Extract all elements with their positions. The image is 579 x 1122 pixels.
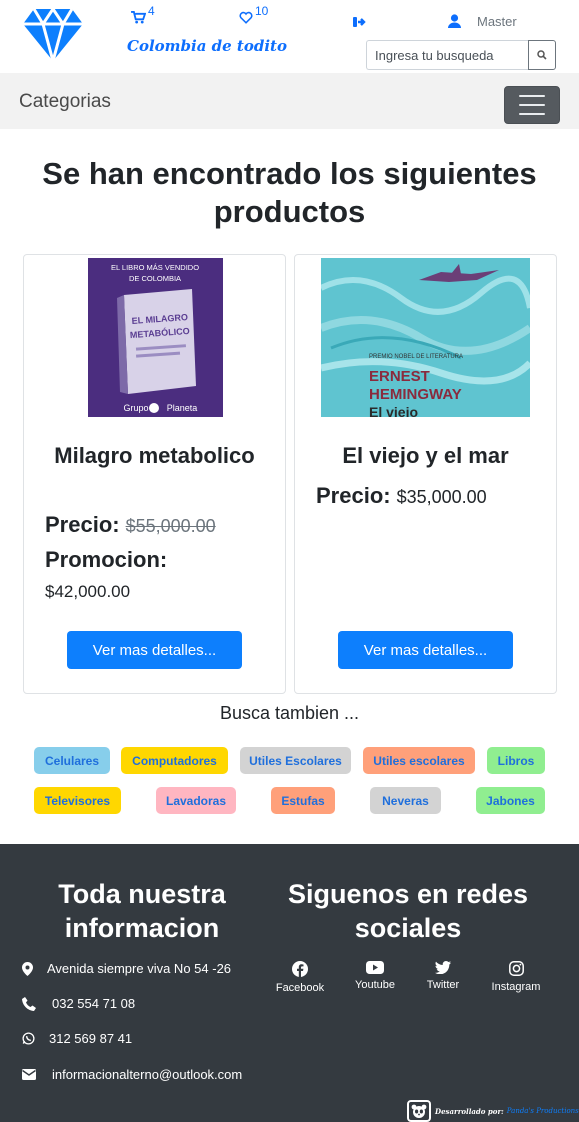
top-header: 4 10 Master Colombia de todito	[0, 0, 579, 73]
panda-logo-icon	[407, 1100, 431, 1122]
promo-label: Promocion:	[45, 547, 168, 572]
envelope-icon	[22, 1069, 36, 1080]
product-card: EL LIBRO MÁS VENDIDO DE COLOMBIA EL MILA…	[23, 254, 286, 694]
svg-text:HEMINGWAY: HEMINGWAY	[369, 386, 462, 403]
developer-credit: Desarrollado por: Panda's Productions	[407, 1100, 579, 1122]
hamburger-icon-bar	[519, 104, 545, 106]
price-label: Precio:	[316, 483, 391, 508]
heart-icon	[239, 12, 253, 25]
tag-libros[interactable]: Libros	[487, 747, 545, 774]
whatsapp-icon	[22, 1032, 35, 1045]
hamburger-icon-bar	[519, 113, 545, 115]
twitter-icon	[435, 961, 451, 974]
footer-address: Avenida siempre viva No 54 -26	[47, 961, 232, 976]
footer-email-row: informacionalterno@outlook.com	[22, 1067, 242, 1082]
hamburger-icon-bar	[519, 95, 545, 97]
tag-computadores[interactable]: Computadores	[121, 747, 228, 774]
cart-count-badge: 4	[148, 4, 155, 18]
product-image-milagro-metabolico[interactable]: EL LIBRO MÁS VENDIDO DE COLOMBIA EL MILA…	[88, 258, 223, 417]
svg-text:Grupo: Grupo	[123, 403, 148, 413]
search-button[interactable]	[528, 40, 556, 70]
svg-text:ERNEST: ERNEST	[369, 368, 430, 385]
sign-out-icon	[353, 16, 366, 27]
view-details-button[interactable]: Ver mas detalles...	[338, 631, 513, 669]
cart-icon	[131, 11, 146, 24]
social-label: Instagram	[491, 981, 541, 993]
search-icon	[537, 50, 547, 60]
product-image-el-viejo-y-el-mar[interactable]: PREMIO NOBEL DE LITERATURA ERNEST HEMING…	[321, 258, 530, 417]
promo-price: $42,000.00	[45, 582, 131, 601]
footer-phone[interactable]: 032 554 71 08	[52, 996, 135, 1011]
phone-icon	[22, 996, 36, 1011]
product-card: PREMIO NOBEL DE LITERATURA ERNEST HEMING…	[294, 254, 557, 694]
product-price-row: Precio: $35,000.00	[316, 483, 487, 509]
product-name[interactable]: El viejo y el mar	[305, 441, 546, 470]
cart-link[interactable]: 4	[131, 4, 155, 24]
view-details-button[interactable]: Ver mas detalles...	[67, 631, 242, 669]
tag-utiles-escolares-2[interactable]: Utiles escolares	[363, 747, 475, 774]
product-name[interactable]: Milagro metabolico	[34, 441, 275, 470]
svg-text:DE COLOMBIA: DE COLOMBIA	[129, 274, 181, 283]
tag-televisores[interactable]: Televisores	[34, 787, 121, 814]
book-cover-image: EL LIBRO MÁS VENDIDO DE COLOMBIA EL MILA…	[88, 258, 223, 417]
footer-address-row: Avenida siempre viva No 54 -26	[22, 961, 231, 976]
tag-estufas[interactable]: Estufas	[271, 787, 335, 814]
footer-social-title: Siguenos en redes sociales	[287, 879, 529, 943]
social-link-instagram[interactable]: Instagram	[476, 961, 556, 993]
category-navbar: Categorias	[0, 73, 579, 129]
facebook-icon	[292, 961, 308, 977]
youtube-icon	[366, 961, 384, 974]
svg-text:El viejo: El viejo	[369, 404, 418, 417]
social-label: Twitter	[426, 979, 460, 991]
footer-whatsapp[interactable]: 312 569 87 41	[49, 1031, 132, 1046]
navbar-toggler-button[interactable]	[504, 86, 560, 124]
search-form	[366, 40, 556, 70]
search-input[interactable]	[366, 40, 528, 70]
svg-text:Planeta: Planeta	[167, 403, 198, 413]
categories-label[interactable]: Categorias	[19, 91, 111, 113]
product-price: $35,000.00	[396, 487, 487, 507]
favorites-count-badge: 10	[255, 4, 269, 18]
tag-lavadoras[interactable]: Lavadoras	[156, 787, 236, 814]
original-price: $55,000.00	[125, 516, 216, 536]
price-label: Precio:	[45, 512, 120, 537]
site-tagline: Colombia de todito	[127, 37, 287, 55]
tag-neveras[interactable]: Neveras	[370, 787, 441, 814]
social-label: Facebook	[275, 982, 325, 994]
instagram-icon	[508, 961, 524, 976]
user-link[interactable]	[448, 13, 461, 28]
user-name[interactable]: Master	[477, 14, 517, 29]
social-link-facebook[interactable]: Facebook	[260, 961, 340, 994]
tag-utiles-escolares[interactable]: Utiles Escolares	[240, 747, 351, 774]
footer-phone-row: 032 554 71 08	[22, 996, 135, 1011]
social-link-twitter[interactable]: Twitter	[403, 961, 483, 991]
map-marker-icon	[22, 961, 33, 976]
credit-prefix: Desarrollado por:	[435, 1106, 504, 1116]
credit-name[interactable]: Panda's Productions	[507, 1107, 579, 1115]
footer-email[interactable]: informacionalterno@outlook.com	[52, 1067, 242, 1082]
svg-text:PREMIO NOBEL DE LITERATURA: PREMIO NOBEL DE LITERATURA	[369, 354, 463, 360]
diamond-logo-icon[interactable]	[22, 6, 84, 62]
related-title: Busca tambien ...	[219, 703, 360, 723]
svg-text:EL LIBRO MÁS VENDIDO: EL LIBRO MÁS VENDIDO	[111, 263, 199, 272]
tag-jabones[interactable]: Jabones	[476, 787, 545, 814]
user-icon	[448, 14, 461, 28]
footer-whatsapp-row: 312 569 87 41	[22, 1031, 132, 1046]
footer-info-title: Toda nuestra informacion	[58, 879, 226, 943]
product-price-row: Precio: $55,000.00	[45, 512, 216, 538]
favorites-link[interactable]: 10	[239, 4, 268, 25]
logout-link[interactable]	[353, 14, 367, 28]
tag-celulares[interactable]: Celulares	[34, 747, 110, 774]
results-title: Se han encontrado los siguientes product…	[42, 156, 537, 229]
social-label: Youtube	[355, 979, 395, 991]
book-cover-image: PREMIO NOBEL DE LITERATURA ERNEST HEMING…	[321, 258, 530, 417]
